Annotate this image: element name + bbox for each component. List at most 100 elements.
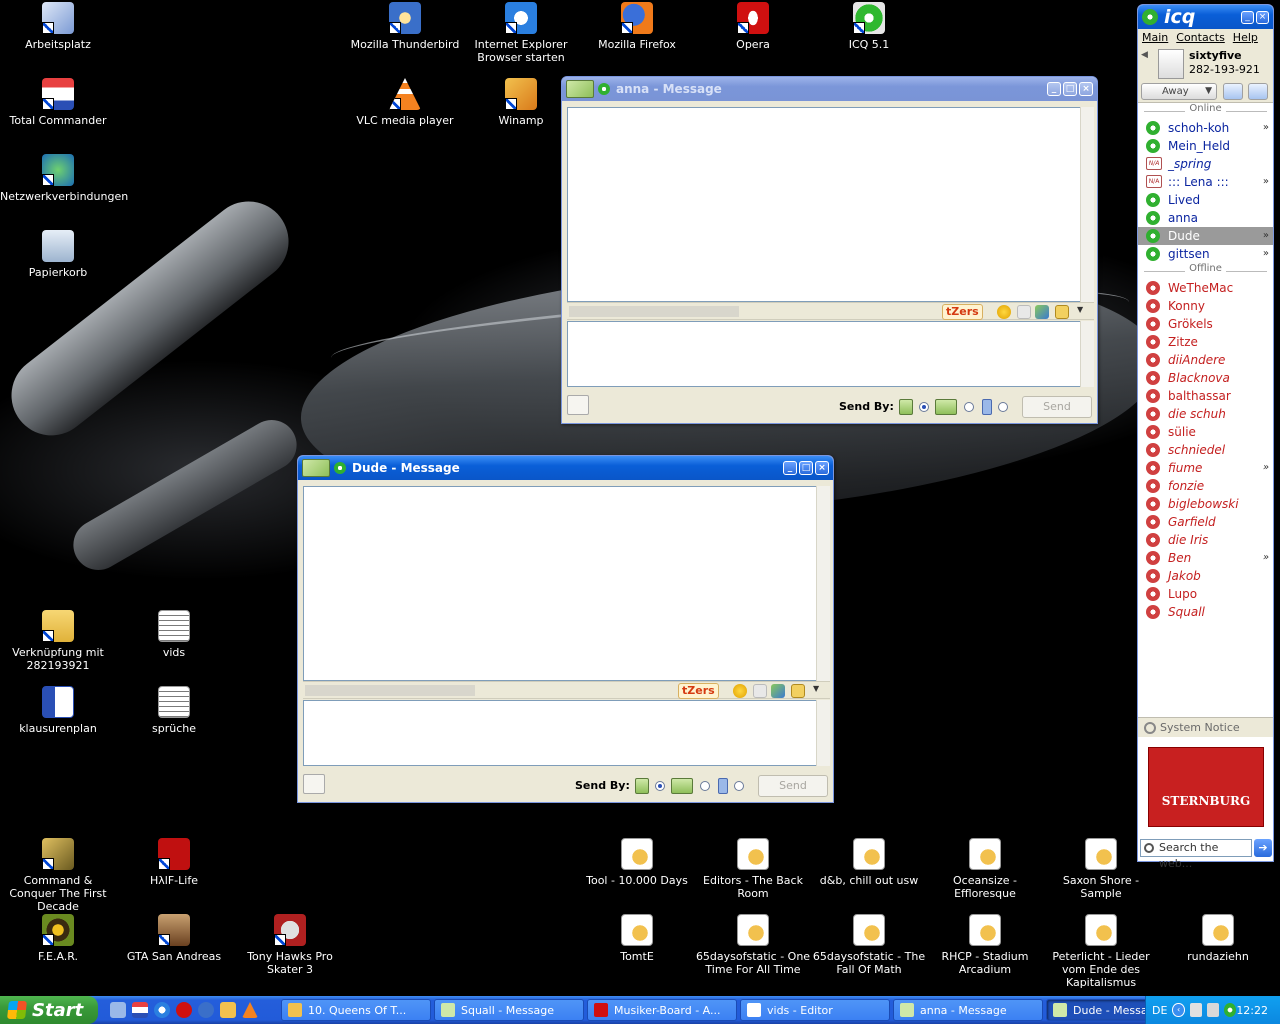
avatar[interactable] (1158, 49, 1184, 79)
language-indicator[interactable]: DE (1152, 1004, 1167, 1017)
message-input[interactable] (567, 321, 1082, 387)
refresh-icon[interactable] (1248, 83, 1268, 100)
contact-online[interactable]: Mein_Held (1138, 137, 1273, 155)
taskbar-button[interactable]: vids - Editor (740, 999, 890, 1021)
opera-quicklaunch-icon[interactable] (176, 1002, 192, 1018)
chevron-right-icon[interactable]: » (1263, 227, 1269, 245)
chevron-right-icon[interactable]: » (1263, 245, 1269, 263)
desktop-icon[interactable]: Tool - 10.000 Days (579, 838, 695, 887)
maximize-button[interactable]: □ (799, 461, 813, 475)
smiley-icon[interactable] (997, 305, 1011, 319)
desktop-icon[interactable]: RHCP - Stadium Arcadium (927, 914, 1043, 976)
nudge-icon[interactable] (1017, 305, 1031, 319)
icq-titlebar[interactable]: icq _ × (1138, 5, 1273, 29)
expand-arrow-icon[interactable]: ◀ (1141, 50, 1148, 60)
system-notice-bar[interactable]: System Notice (1138, 717, 1273, 737)
desktop-icon[interactable]: vids (116, 610, 232, 659)
desktop-icon[interactable]: Opera (695, 2, 811, 51)
send-by-sms-radio[interactable] (998, 402, 1008, 412)
contact-online[interactable]: anna (1138, 209, 1273, 227)
contact-online[interactable]: Dude » (1138, 227, 1273, 245)
history-scrollbar[interactable] (816, 486, 830, 681)
contact-offline[interactable]: fiume » (1138, 459, 1273, 477)
desktop-icon[interactable]: Mozilla Thunderbird (347, 2, 463, 51)
dude-window-titlebar[interactable]: Dude - Message _ □ × (298, 456, 833, 480)
network-icon[interactable] (1189, 1003, 1202, 1017)
minimize-button[interactable]: _ (1241, 10, 1254, 24)
chevron-right-icon[interactable]: » (1263, 459, 1269, 477)
contact-offline[interactable]: Lupo (1138, 585, 1273, 603)
contact-info-icon[interactable] (303, 774, 325, 794)
close-button[interactable]: × (1256, 10, 1269, 24)
anna-window-titlebar[interactable]: anna - Message _ □ × (562, 77, 1097, 101)
send-by-icq-radio[interactable] (655, 781, 665, 791)
desktop-icon[interactable]: Verknüpfung mit 282193921 (0, 610, 116, 672)
desktop-icon[interactable]: Mozilla Firefox (579, 2, 695, 51)
desktop-icon[interactable]: HλlF-Life (116, 838, 232, 887)
message-history[interactable] (567, 107, 1082, 302)
chevron-right-icon[interactable]: » (1263, 549, 1269, 567)
message-history[interactable] (303, 486, 818, 681)
minimize-button[interactable]: _ (783, 461, 797, 475)
contact-offline[interactable]: WeTheMac (1138, 279, 1273, 297)
contact-offline[interactable]: schniedel (1138, 441, 1273, 459)
send-button[interactable]: Send (758, 775, 828, 797)
chevron-down-icon[interactable]: ▼ (813, 684, 819, 693)
smiley-icon[interactable] (733, 684, 747, 698)
menu-main[interactable]: Main (1142, 31, 1168, 45)
icq-tray-icon[interactable] (1224, 1003, 1237, 1017)
ie-quicklaunch-icon[interactable] (154, 1002, 170, 1018)
search-go-button[interactable]: ➔ (1254, 839, 1272, 857)
close-button[interactable]: × (815, 461, 829, 475)
taskbar-button[interactable]: Musiker-Board - A... (587, 999, 737, 1021)
maximize-button[interactable]: □ (1063, 82, 1077, 96)
winamp-quicklaunch-icon[interactable] (220, 1002, 236, 1018)
contact-info-icon[interactable] (567, 395, 589, 415)
contact-offline[interactable]: diiAndere (1138, 351, 1273, 369)
contact-online[interactable]: N/A::: Lena :::» (1138, 173, 1273, 191)
desktop-icon[interactable]: Arbeitsplatz (0, 2, 116, 51)
history-icon[interactable] (1055, 305, 1069, 319)
send-by-sms-radio[interactable] (734, 781, 744, 791)
minimize-button[interactable]: _ (1047, 82, 1061, 96)
history-icon[interactable] (791, 684, 805, 698)
advertisement-banner[interactable]: STERNBURG (1148, 747, 1264, 827)
contact-offline[interactable]: die Iris (1138, 531, 1273, 549)
chevron-right-icon[interactable]: » (1263, 119, 1269, 137)
chevron-down-icon[interactable]: ▼ (1077, 305, 1083, 314)
notes-icon[interactable] (1223, 83, 1243, 100)
tzers-button[interactable]: tZers (678, 683, 719, 699)
history-scrollbar[interactable] (1080, 107, 1094, 302)
vlc-quicklaunch-icon[interactable] (242, 1002, 258, 1018)
thunderbird-quicklaunch-icon[interactable] (198, 1002, 214, 1018)
volume-icon[interactable] (1207, 1003, 1220, 1017)
tzers-button[interactable]: tZers (942, 304, 983, 320)
contact-offline[interactable]: balthassar (1138, 387, 1273, 405)
nudge-icon[interactable] (753, 684, 767, 698)
desktop-icon[interactable]: rundaziehn (1160, 914, 1276, 963)
contact-online[interactable]: Lived (1138, 191, 1273, 209)
menu-help[interactable]: Help (1233, 31, 1258, 45)
message-input[interactable] (303, 700, 818, 766)
contact-offline[interactable]: Squall (1138, 603, 1273, 621)
chevron-right-icon[interactable]: » (1263, 173, 1269, 191)
contact-offline[interactable]: biglebowski (1138, 495, 1273, 513)
desktop-icon[interactable]: d&b, chill out usw (811, 838, 927, 887)
contact-offline[interactable]: Jakob (1138, 567, 1273, 585)
dude-message-window[interactable]: Dude - Message _ □ × tZers ▼ Send By: Se… (297, 455, 834, 803)
chevron-left-icon[interactable]: ‹ (1172, 1003, 1185, 1017)
taskbar-button[interactable]: 10. Queens Of T... (281, 999, 431, 1021)
desktop-icon[interactable]: Peterlicht - Lieder vom Ende des Kapital… (1043, 914, 1159, 989)
desktop-icon[interactable]: VLC media player (347, 78, 463, 127)
desktop-icon[interactable]: Papierkorb (0, 230, 116, 279)
desktop-icon[interactable]: Command & Conquer The First Decade (0, 838, 116, 913)
desktop-icon[interactable]: GTA San Andreas (116, 914, 232, 963)
send-button[interactable]: Send (1022, 396, 1092, 418)
input-scrollbar[interactable] (816, 700, 830, 766)
desktop-icon[interactable]: 65daysofstatic - One Time For All Time (695, 914, 811, 976)
status-dropdown[interactable]: Away ▼ (1141, 83, 1217, 100)
games-icon[interactable] (771, 684, 785, 698)
desktop-icon[interactable]: F.E.A.R. (0, 914, 116, 963)
desktop-icon[interactable]: Oceansize - Effloresque (927, 838, 1043, 900)
desktop-icon[interactable]: Total Commander (0, 78, 116, 127)
